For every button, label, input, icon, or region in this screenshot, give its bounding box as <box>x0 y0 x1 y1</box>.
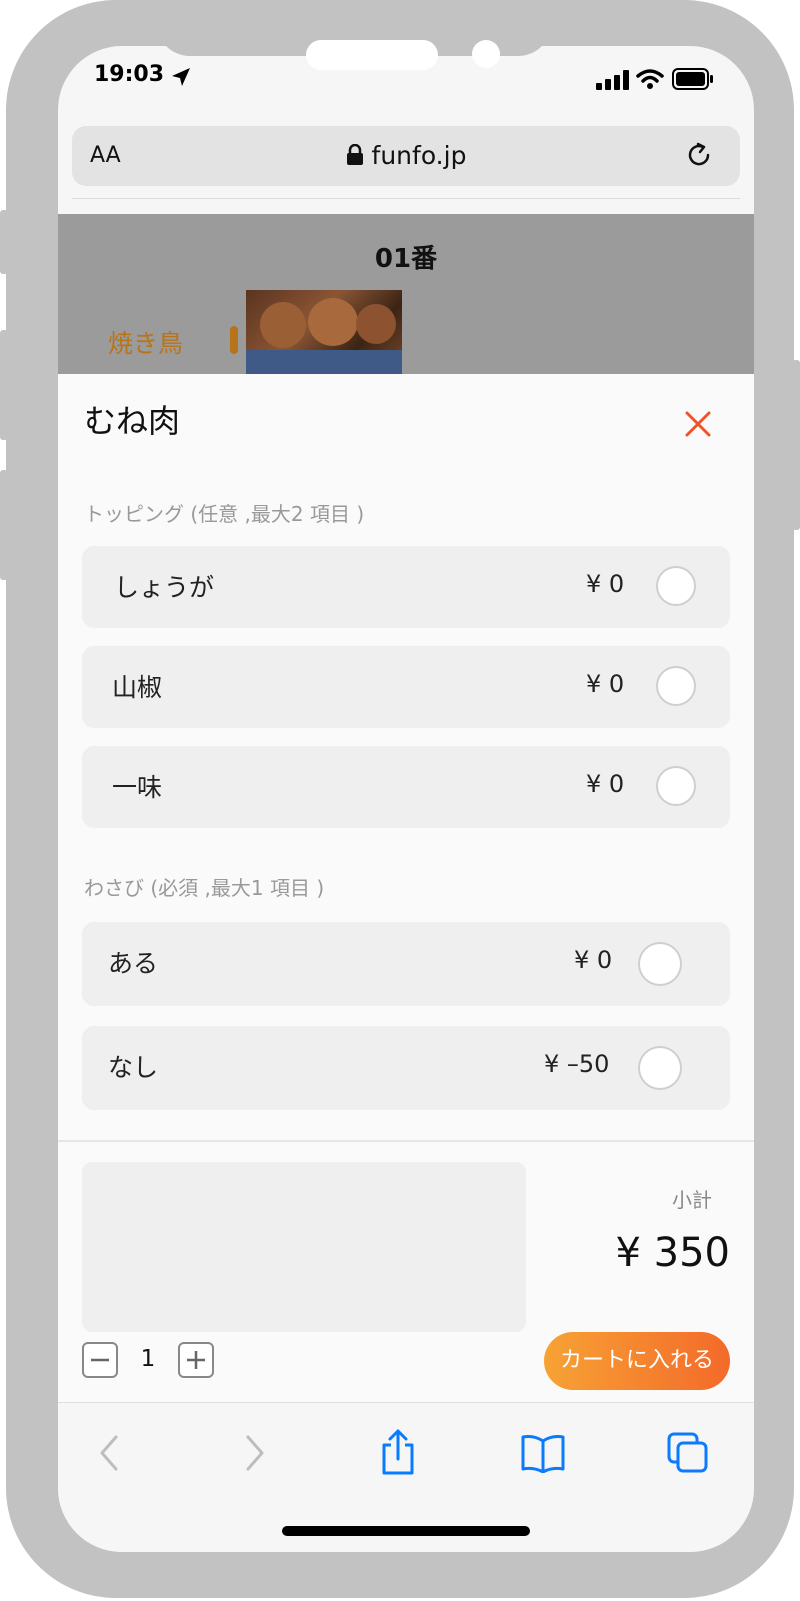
subtotal-value: ¥ 350 <box>615 1230 730 1276</box>
option-price: ¥ 0 <box>586 570 625 598</box>
category-indicator <box>230 326 238 354</box>
volume-up-button <box>0 210 8 274</box>
bookmarks-icon[interactable] <box>520 1433 566 1473</box>
location-arrow-icon <box>172 68 190 86</box>
forward-icon[interactable] <box>240 1433 270 1473</box>
decrease-quantity-button[interactable] <box>82 1342 118 1378</box>
signal-icon <box>596 70 629 90</box>
lock-icon <box>346 143 363 165</box>
option-row-ginger[interactable]: しょうが ¥ 0 <box>82 546 730 628</box>
volume-down-button <box>0 330 8 440</box>
share-icon[interactable] <box>378 1427 418 1477</box>
option-label: ある <box>108 949 159 978</box>
url-display[interactable]: funfo.jp <box>58 141 754 170</box>
power-button <box>792 360 800 530</box>
option-row-wasabi-no[interactable]: なし ¥ –50 <box>82 1026 730 1110</box>
home-indicator <box>282 1526 530 1536</box>
note-input[interactable] <box>82 1162 526 1332</box>
status-time: 19:03 <box>94 62 165 87</box>
option-label: なし <box>108 1053 159 1082</box>
subtotal-label: 小計 <box>672 1188 712 1212</box>
option-price: ¥ 0 <box>586 770 625 798</box>
option-row-wasabi-yes[interactable]: ある ¥ 0 <box>82 922 730 1006</box>
tabs-icon[interactable] <box>666 1431 710 1475</box>
speaker-grille <box>306 40 438 70</box>
option-radio[interactable] <box>656 666 696 706</box>
divider <box>72 198 740 199</box>
option-radio[interactable] <box>656 766 696 806</box>
option-row-ichimi[interactable]: 一味 ¥ 0 <box>82 746 730 828</box>
option-row-sansho[interactable]: 山椒 ¥ 0 <box>82 646 730 728</box>
option-radio[interactable] <box>638 942 682 986</box>
order-footer: 小計 ¥ 350 1 カートに入れる <box>58 1140 754 1392</box>
url-text: funfo.jp <box>371 141 467 170</box>
silent-switch <box>0 470 8 580</box>
increase-quantity-button[interactable] <box>178 1342 214 1378</box>
option-label: 山椒 <box>112 673 163 702</box>
back-icon[interactable] <box>94 1433 124 1473</box>
close-icon[interactable] <box>678 404 718 444</box>
option-price: ¥ 0 <box>574 946 613 974</box>
option-price: ¥ –50 <box>544 1050 610 1078</box>
background-page: 01番 焼き鳥 <box>58 214 754 374</box>
wifi-icon <box>636 69 664 89</box>
screen: 19:03 AA funfo.jp 01番 焼き鳥 むね肉 トッピング (任意 … <box>58 46 754 1552</box>
reload-icon[interactable] <box>684 140 714 170</box>
item-title: むね肉 <box>84 402 181 440</box>
wasabi-group-label: わさび (必須 ,最大1 項目 ) <box>84 876 325 900</box>
option-label: 一味 <box>112 773 163 802</box>
front-camera <box>472 40 500 68</box>
battery-icon <box>672 68 713 90</box>
option-radio[interactable] <box>638 1046 682 1090</box>
food-image <box>246 290 402 374</box>
topping-group-label: トッピング (任意 ,最大2 項目 ) <box>84 502 365 526</box>
add-to-cart-button[interactable]: カートに入れる <box>544 1332 730 1390</box>
option-radio[interactable] <box>656 566 696 606</box>
plus-icon <box>187 1351 205 1369</box>
phone-frame: 19:03 AA funfo.jp 01番 焼き鳥 むね肉 トッピング (任意 … <box>6 0 794 1598</box>
table-number: 01番 <box>374 244 438 274</box>
minus-icon <box>91 1358 109 1362</box>
option-price: ¥ 0 <box>586 670 625 698</box>
category-tab[interactable]: 焼き鳥 <box>108 324 183 360</box>
quantity-value: 1 <box>140 1346 156 1372</box>
option-label: しょうが <box>114 573 215 602</box>
